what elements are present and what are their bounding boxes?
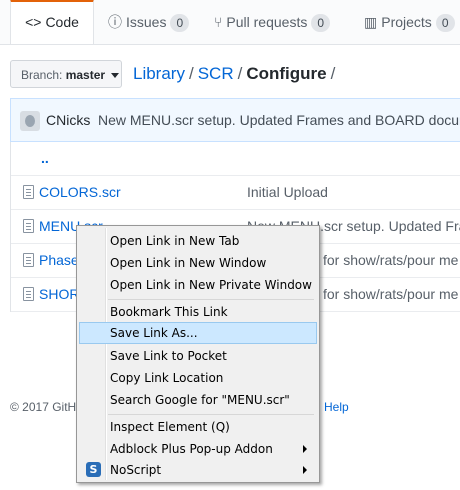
menu-item-search-google[interactable]: Search Google for "MENU.scr": [79, 389, 317, 411]
code-icon: <>: [25, 14, 42, 30]
menu-item-bookmark-link[interactable]: Bookmark This Link: [79, 301, 317, 323]
menu-item-save-to-pocket[interactable]: Save Link to Pocket: [79, 345, 317, 367]
tab-issues[interactable]: ⓘ Issues 0: [108, 0, 190, 44]
menu-item-open-new-window[interactable]: Open Link in New Window: [79, 252, 317, 274]
pull-requests-counter: 0: [311, 14, 331, 32]
tab-issues-label: Issues: [126, 14, 167, 30]
issue-icon: ⓘ: [108, 14, 122, 30]
branch-prefix: Branch:: [21, 68, 63, 82]
menu-item-save-link-as[interactable]: Save Link As...: [79, 322, 317, 344]
avatar[interactable]: [20, 111, 40, 131]
file-icon: [23, 287, 34, 301]
file-icon: [23, 253, 34, 267]
branch-select-button[interactable]: Branch: master: [10, 60, 122, 88]
commit-message-link[interactable]: New MENU.scr setup. Updated Frames and B…: [98, 99, 460, 141]
repo-nav-tabs: <> Code ⓘ Issues 0 ⑂ Pull requests 0 ▥ Project…: [0, 0, 460, 45]
parent-directory-link[interactable]: ..: [41, 142, 49, 174]
breadcrumb-separator: /: [237, 64, 243, 83]
project-icon: ▥: [364, 14, 378, 30]
pull-request-icon: ⑂: [214, 14, 223, 30]
noscript-icon: S: [86, 462, 101, 477]
submenu-arrow-icon: [303, 466, 307, 474]
breadcrumb-root-link[interactable]: Library: [133, 64, 185, 83]
file-name-link[interactable]: SHOR: [39, 278, 79, 310]
table-row: COLORS.scr Initial Upload: [11, 176, 460, 210]
footer-copyright: © 2017 GitH: [10, 400, 77, 414]
file-icon: [23, 185, 34, 199]
menu-item-label: Bookmark This Link: [110, 305, 228, 319]
menu-separator: [108, 414, 314, 415]
menu-item-label: Open Link in New Private Window: [110, 278, 312, 292]
latest-commit-bar: CNicks New MENU.scr setup. Updated Frame…: [10, 98, 460, 142]
issues-counter: 0: [170, 14, 190, 32]
breadcrumb-current: Configure: [246, 64, 327, 83]
menu-item-open-new-tab[interactable]: Open Link in New Tab: [79, 230, 317, 252]
menu-item-label: Inspect Element (Q): [110, 420, 230, 434]
projects-counter: 0: [435, 14, 455, 32]
branch-name: master: [65, 68, 106, 82]
tab-projects-label: Projects: [381, 14, 432, 30]
menu-item-inspect-element[interactable]: Inspect Element (Q): [79, 416, 317, 438]
footer-help-link[interactable]: Help: [324, 400, 349, 414]
menu-item-label: Save Link As...: [110, 326, 198, 340]
commit-author-link[interactable]: CNicks: [46, 99, 90, 141]
file-icon: [23, 219, 34, 233]
table-row: ..: [11, 142, 460, 176]
menu-item-label: Copy Link Location: [110, 371, 224, 385]
tab-pull-requests[interactable]: ⑂ Pull requests 0: [214, 0, 331, 44]
tab-pull-requests-label: Pull requests: [226, 14, 308, 30]
file-commit-message[interactable]: for show/rats/pour me: [323, 278, 458, 310]
breadcrumb-separator: /: [330, 64, 336, 83]
chevron-down-icon: [111, 73, 120, 79]
breadcrumb-dir-link[interactable]: SCR: [198, 64, 234, 83]
tab-code-label: Code: [45, 14, 79, 30]
submenu-arrow-icon: [303, 445, 307, 453]
file-commit-message[interactable]: Initial Upload: [247, 176, 328, 208]
menu-separator: [108, 299, 314, 300]
menu-item-label: Open Link in New Window: [110, 256, 267, 270]
menu-item-label: Search Google for "MENU.scr": [110, 393, 290, 407]
menu-item-label: Open Link in New Tab: [110, 234, 240, 248]
breadcrumb-separator: /: [188, 64, 194, 83]
menu-item-label: Save Link to Pocket: [110, 349, 227, 363]
file-name-link[interactable]: Phase: [39, 244, 79, 276]
menu-item-adblock-plus[interactable]: Adblock Plus Pop-up Addon: [79, 438, 317, 460]
context-menu: Open Link in New Tab Open Link in New Wi…: [76, 225, 320, 483]
breadcrumb: Library / SCR / Configure /: [133, 64, 339, 84]
tab-projects[interactable]: ▥ Projects 0: [364, 0, 455, 44]
menu-item-label: NoScript: [110, 463, 162, 477]
menu-item-copy-link-location[interactable]: Copy Link Location: [79, 367, 317, 389]
menu-item-open-private-window[interactable]: Open Link in New Private Window: [79, 274, 317, 296]
file-name-link[interactable]: COLORS.scr: [39, 176, 121, 208]
menu-item-noscript[interactable]: S NoScript: [79, 459, 317, 481]
tab-code[interactable]: <> Code: [10, 0, 94, 44]
file-commit-message[interactable]: for show/rats/pour me: [323, 244, 458, 276]
menu-item-label: Adblock Plus Pop-up Addon: [110, 442, 273, 456]
